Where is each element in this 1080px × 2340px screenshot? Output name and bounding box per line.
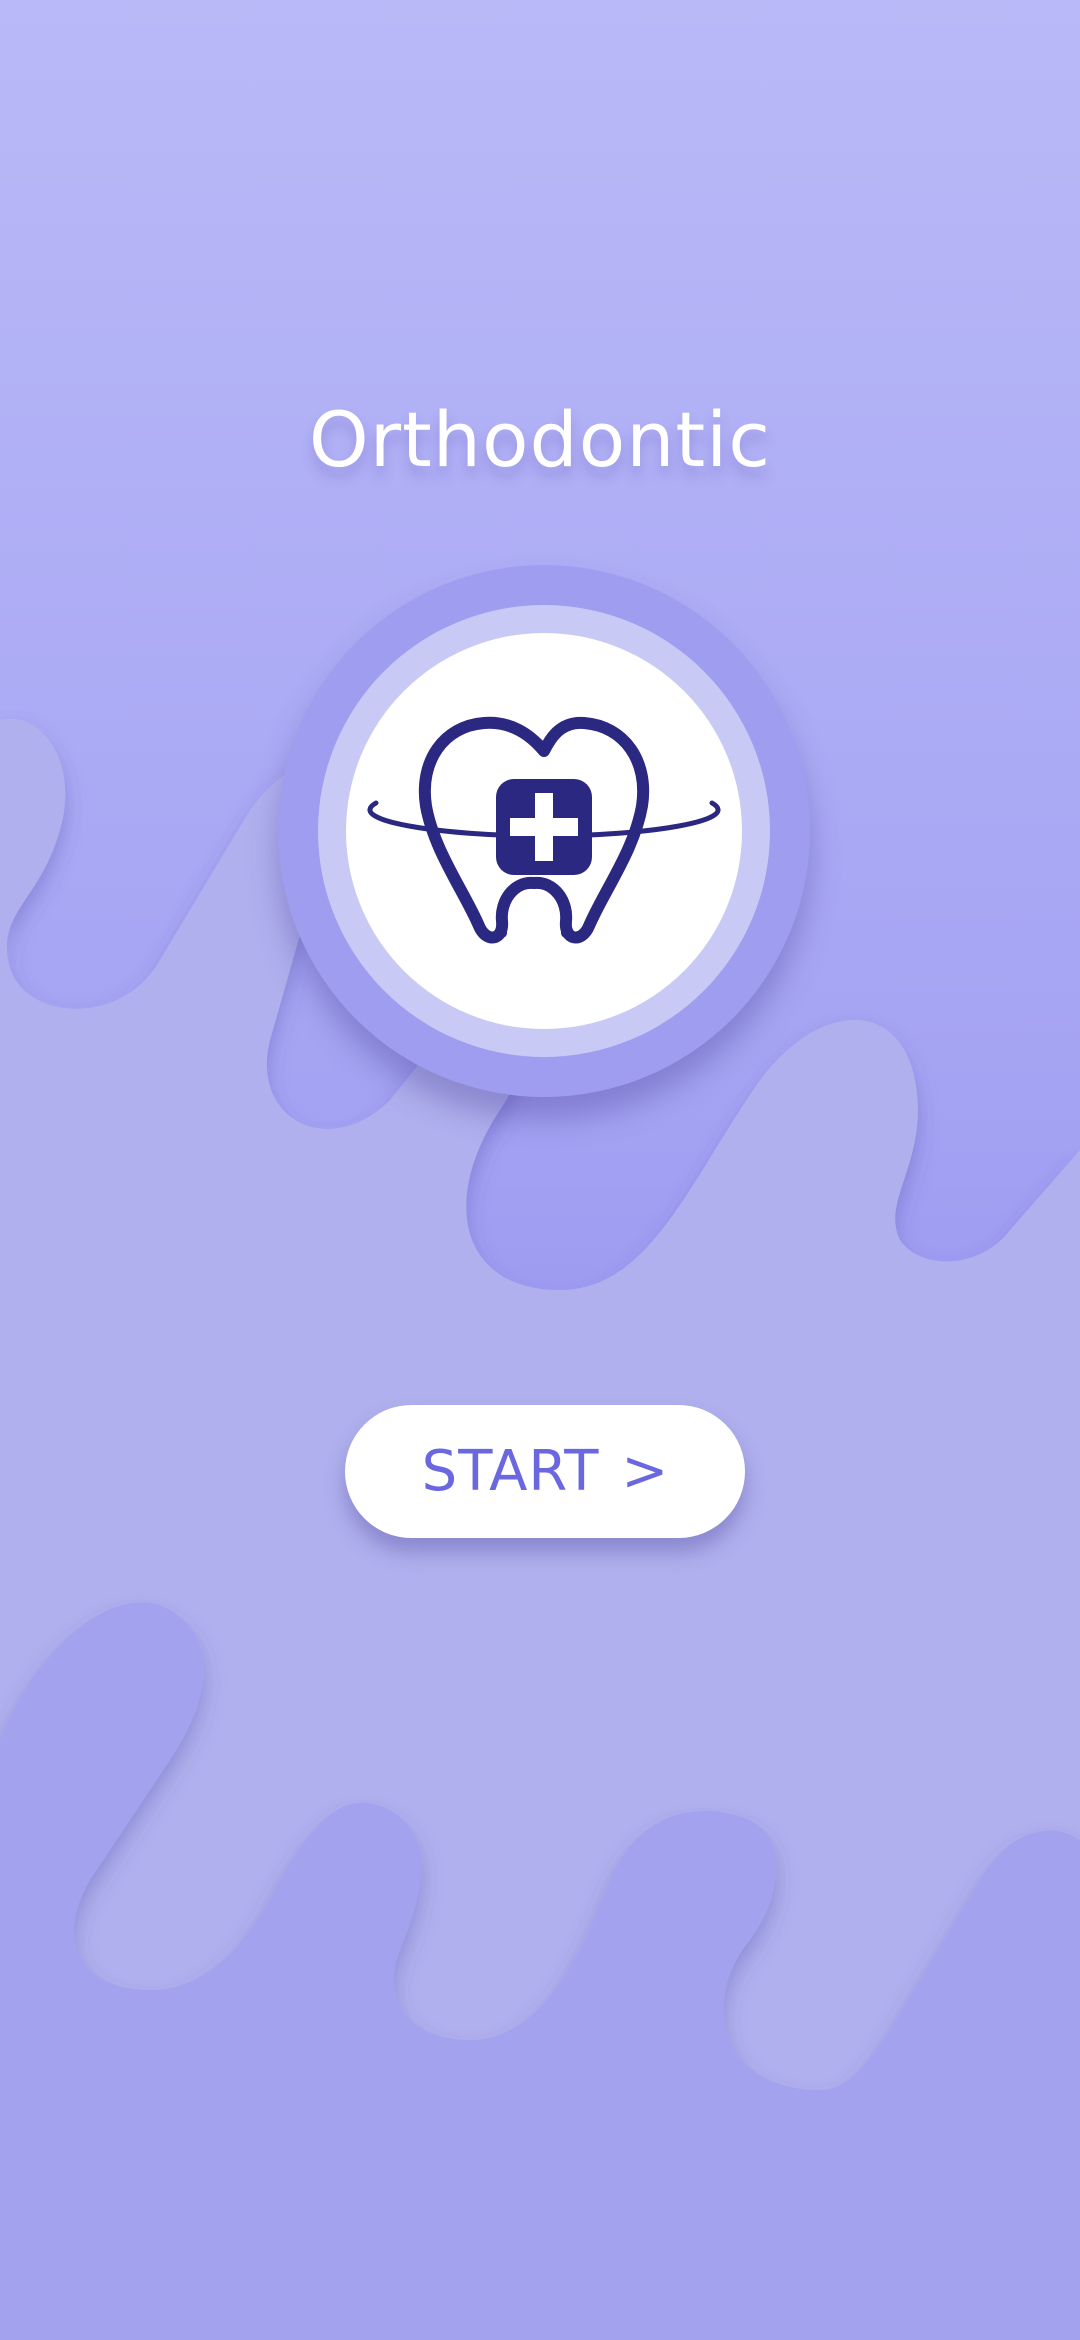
background-waves xyxy=(0,718,1080,2340)
start-button[interactable]: START > xyxy=(345,1405,745,1538)
chevron-right-icon: > xyxy=(621,1439,669,1504)
tooth-heart-medical-cross-icon xyxy=(367,716,721,944)
app-logo xyxy=(278,565,810,1097)
logo-badge xyxy=(346,633,742,1029)
splash-screen: Orthodontic START > xyxy=(0,0,1080,2340)
app-title: Orthodontic xyxy=(308,395,772,484)
start-button-label: START xyxy=(421,1439,600,1504)
logo-ring xyxy=(318,605,770,1057)
